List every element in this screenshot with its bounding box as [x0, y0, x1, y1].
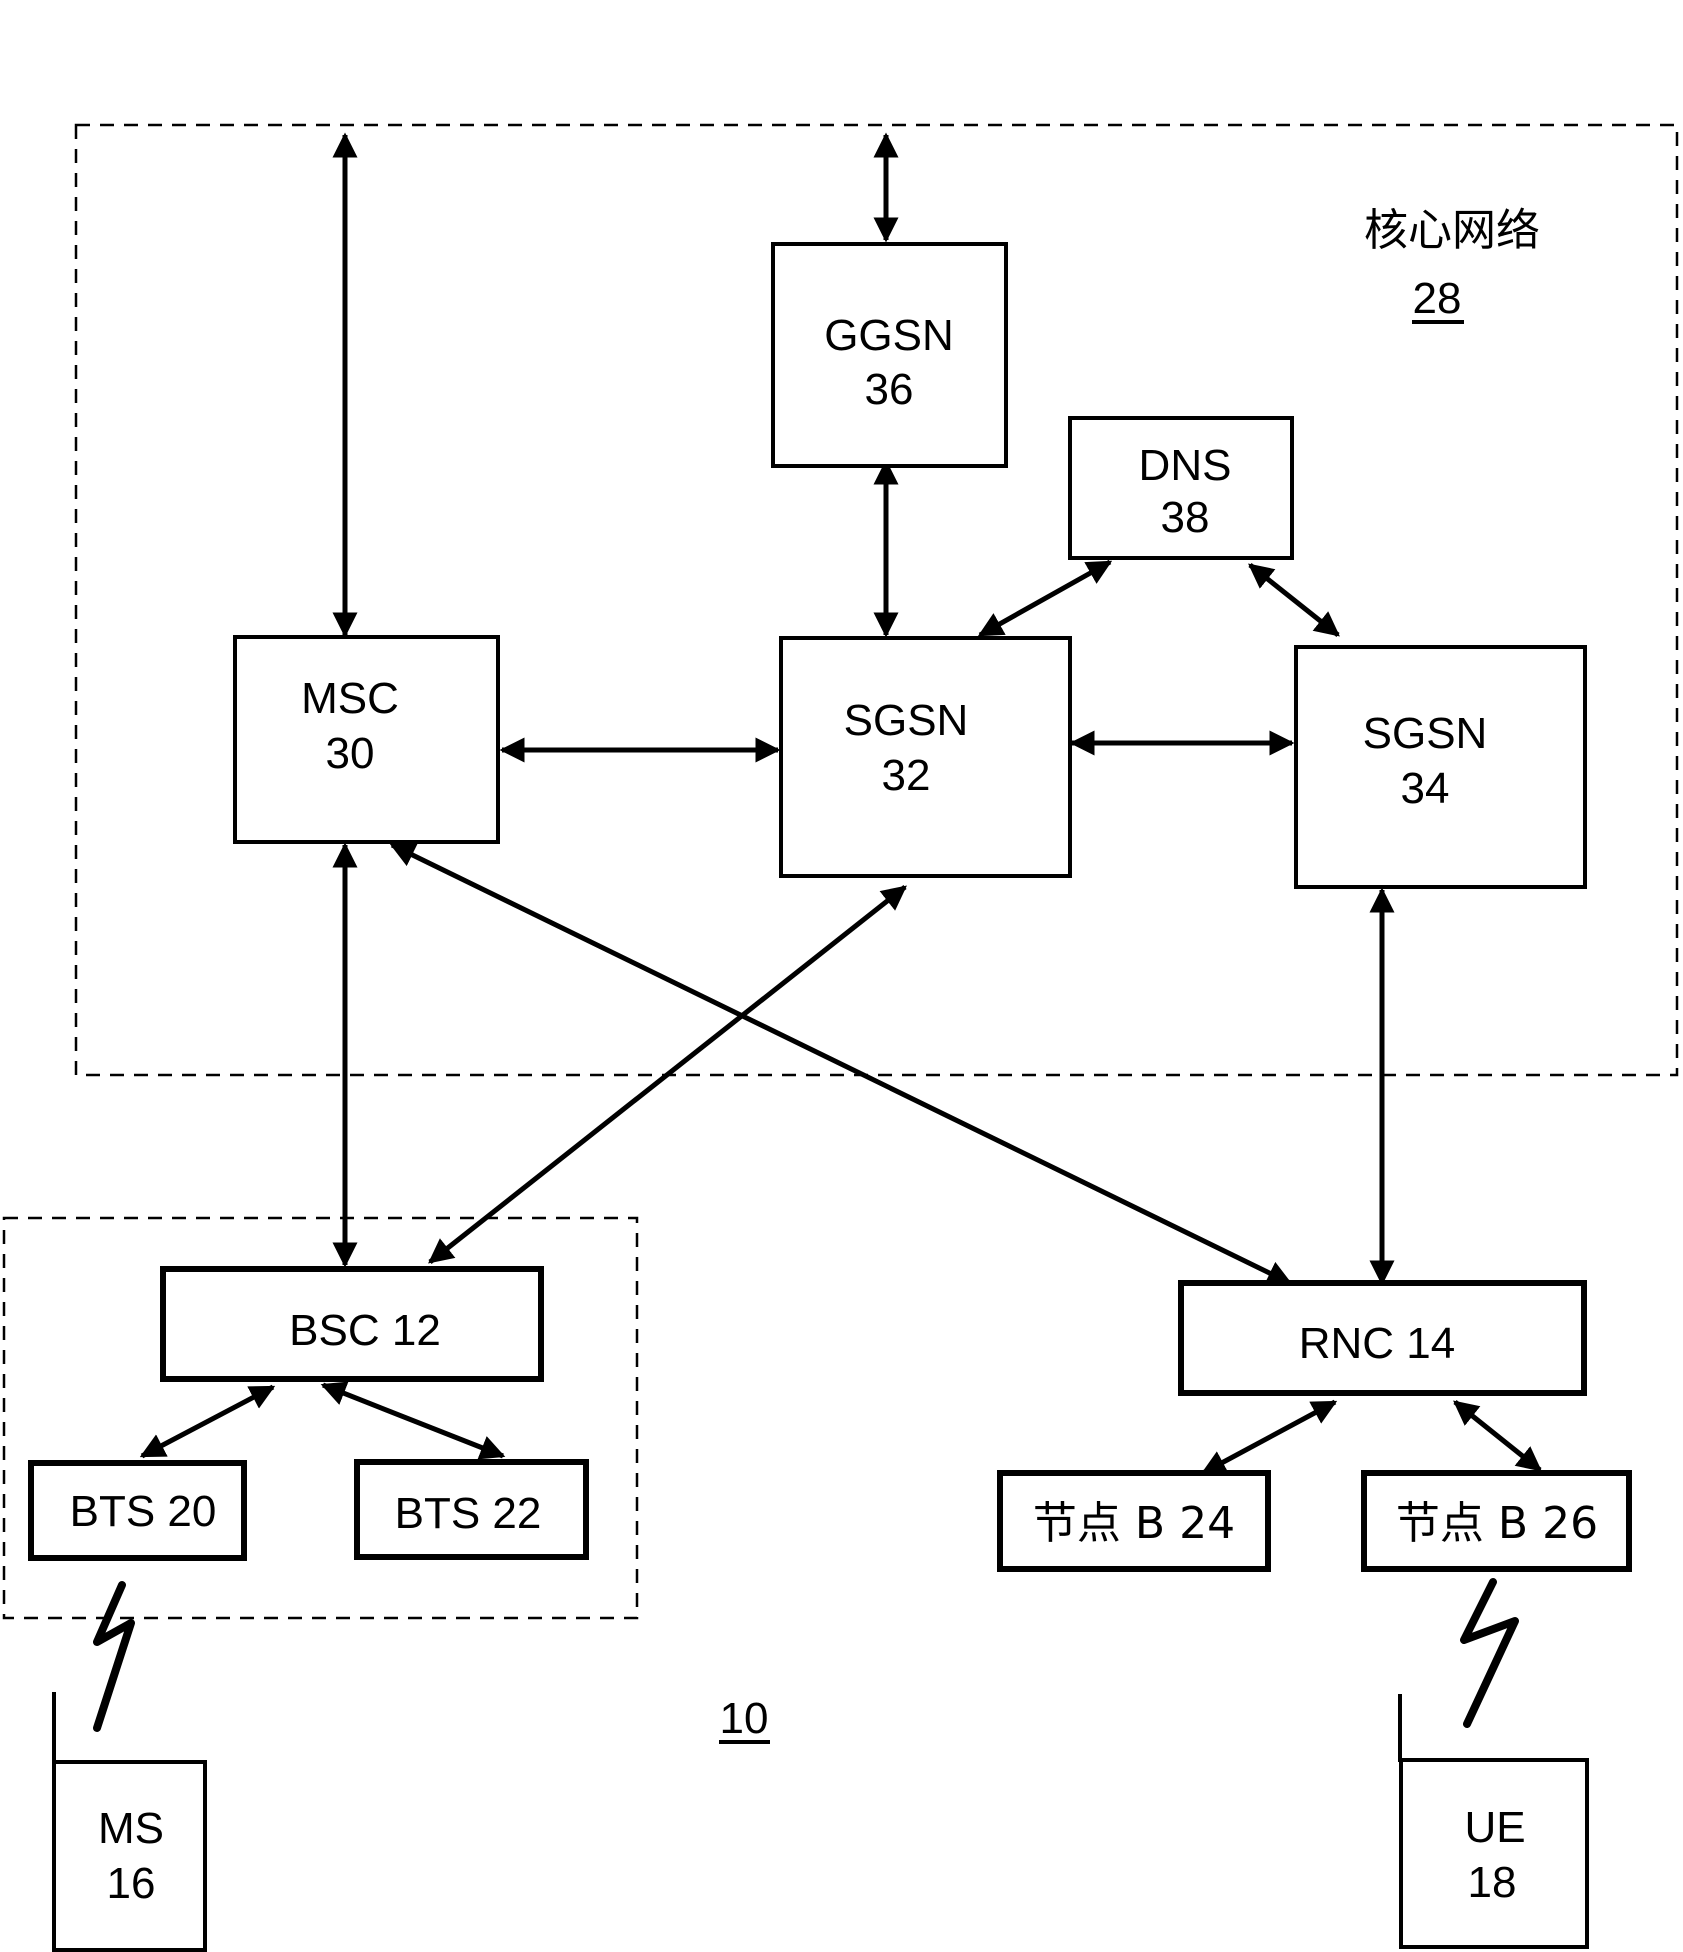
node-bts-22-label: BTS 22	[395, 1489, 542, 1538]
node-sgsn-34-ref: 34	[1401, 764, 1450, 813]
link-dns-sgsn34	[1248, 563, 1340, 637]
terminal-ms-ref: 16	[107, 1859, 156, 1908]
wireless-link-nodeb26-ue	[1460, 1578, 1519, 1728]
node-msc[interactable]: MSC 30	[233, 635, 500, 844]
node-bts-22[interactable]: BTS 22	[354, 1459, 589, 1560]
node-bsc[interactable]: BSC 12	[160, 1266, 544, 1382]
node-nodeb-26-label: 节点 B 26	[1396, 1498, 1598, 1549]
node-sgsn-32-ref: 32	[882, 751, 931, 800]
terminal-ue-ref: 18	[1468, 1858, 1517, 1907]
node-bts-20[interactable]: BTS 20	[28, 1460, 247, 1561]
node-bts-20-label: BTS 20	[70, 1487, 217, 1536]
node-msc-name: MSC	[301, 674, 399, 723]
link-rnc-nodeb24	[1200, 1399, 1338, 1476]
link-rnc-nodeb26	[1453, 1400, 1542, 1472]
wireless-link-bts20-ms	[93, 1581, 135, 1732]
node-dns[interactable]: DNS 38	[1068, 416, 1294, 560]
node-ggsn-name: GGSN	[824, 311, 954, 360]
link-bsc-bts22	[320, 1381, 506, 1460]
core-network-ref: 28	[1413, 274, 1462, 323]
terminal-ue-name: UE	[1464, 1803, 1525, 1852]
node-ggsn-ref: 36	[865, 365, 914, 414]
node-nodeb-24[interactable]: 节点 B 24	[997, 1470, 1271, 1572]
node-nodeb-26[interactable]: 节点 B 26	[1361, 1470, 1632, 1572]
terminal-ms[interactable]: MS 16	[52, 1692, 207, 1952]
node-rnc-label: RNC 14	[1299, 1319, 1456, 1368]
node-bsc-label: BSC 12	[289, 1306, 441, 1355]
node-sgsn-32-name: SGSN	[844, 696, 969, 745]
network-diagram: 核心网络 28 GGSN 36 DNS 38 MSC 30 SGSN 32 SG…	[2, 123, 1679, 1952]
node-dns-ref: 38	[1161, 493, 1210, 542]
node-rnc[interactable]: RNC 14	[1178, 1280, 1587, 1396]
link-dns-sgsn32	[977, 559, 1113, 638]
core-network-title: 核心网络	[1364, 205, 1540, 256]
link-bsc-bts20	[139, 1384, 276, 1459]
node-ggsn[interactable]: GGSN 36	[771, 242, 1008, 468]
node-sgsn-32[interactable]: SGSN 32	[779, 636, 1072, 878]
terminal-ue[interactable]: UE 18	[1398, 1694, 1589, 1949]
node-msc-ref: 30	[326, 729, 375, 778]
node-nodeb-24-label: 节点 B 24	[1033, 1498, 1235, 1549]
system-ref-label: 10	[720, 1694, 769, 1743]
terminal-ms-name: MS	[98, 1804, 164, 1853]
link-msc-rnc	[389, 842, 1293, 1286]
node-sgsn-34-name: SGSN	[1363, 709, 1488, 758]
node-sgsn-34[interactable]: SGSN 34	[1294, 645, 1587, 889]
node-dns-name: DNS	[1139, 441, 1232, 490]
